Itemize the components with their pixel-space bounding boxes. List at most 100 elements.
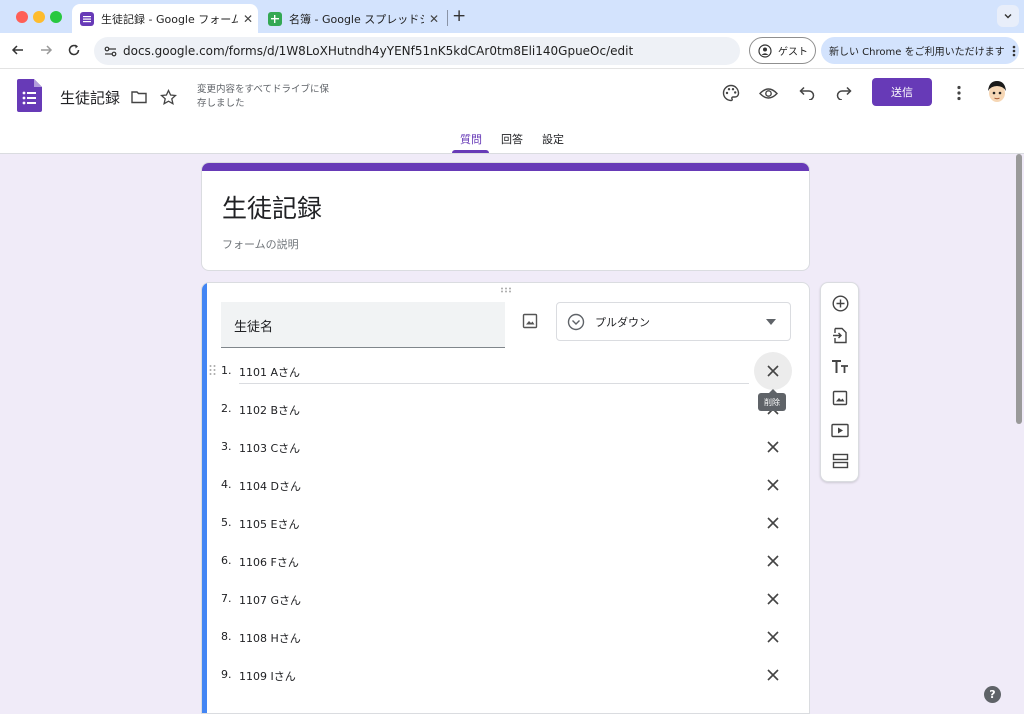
window-zoom-button[interactable]: [50, 11, 62, 23]
drag-handle-icon[interactable]: [209, 364, 216, 376]
close-icon: [767, 517, 779, 529]
eye-icon[interactable]: [757, 82, 779, 104]
add-image-icon: [832, 390, 848, 406]
add-section-button[interactable]: [830, 451, 850, 471]
option-number: 7.: [221, 592, 232, 605]
window-close-button[interactable]: [16, 11, 28, 23]
question-card[interactable]: 生徒名 プルダウン 1. 1101 Aさん 2. 1102 Bさん 3. 1103 Cさん…: [201, 282, 810, 714]
browser-tab-sheets[interactable]: 名簿 - Google スプレッドシート ✕: [262, 4, 444, 33]
delete-option-button[interactable]: [754, 466, 792, 504]
add-question-button[interactable]: [830, 293, 850, 313]
option-text-input[interactable]: 1109 Iさん: [239, 668, 296, 684]
save-status: 変更内容をすべてドライブに保存しました: [197, 84, 329, 109]
forward-button[interactable]: [36, 40, 56, 60]
forms-favicon-icon: [80, 11, 94, 26]
url-text: docs.google.com/forms/d/1W8LoXHutndh4yYE…: [123, 44, 634, 58]
list-item[interactable]: 8. 1108 Hさん: [202, 618, 809, 656]
list-item[interactable]: 2. 1102 Bさん: [202, 390, 809, 428]
reload-button[interactable]: [64, 40, 84, 60]
option-text-input[interactable]: 1105 Eさん: [239, 516, 299, 532]
guest-profile-button[interactable]: ゲスト: [749, 37, 816, 64]
form-title[interactable]: 生徒記録: [222, 189, 322, 225]
new-tab-button[interactable]: +: [452, 6, 466, 26]
option-text-input[interactable]: 1108 Hさん: [239, 630, 301, 646]
chrome-update-button[interactable]: 新しい Chrome をご利用いただけます: [821, 37, 1019, 64]
option-text-input[interactable]: 1107 Gさん: [239, 592, 301, 608]
title-icon: [832, 360, 848, 373]
list-item[interactable]: 1. 1101 Aさん: [202, 352, 809, 390]
browser-tab-strip: 生徒記録 - Google フォーム ✕ 名簿 - Google スプレッドシー…: [0, 0, 1024, 33]
option-text-input[interactable]: 1106 Fさん: [239, 554, 299, 570]
close-icon: [767, 555, 779, 567]
question-title-input[interactable]: 生徒名: [221, 302, 505, 348]
undo-icon[interactable]: [796, 82, 818, 104]
drag-handle-icon[interactable]: [500, 287, 512, 293]
list-item[interactable]: 3. 1103 Cさん: [202, 428, 809, 466]
delete-option-button[interactable]: [754, 618, 792, 656]
option-underline: [239, 383, 749, 384]
tab-search-button[interactable]: [997, 5, 1019, 27]
option-text-input[interactable]: 1103 Cさん: [239, 440, 300, 456]
list-item[interactable]: 7. 1107 Gさん: [202, 580, 809, 618]
floating-toolbar: [820, 282, 859, 482]
redo-icon[interactable]: [833, 82, 855, 104]
delete-option-button[interactable]: [754, 580, 792, 618]
window-minimize-button[interactable]: [33, 11, 45, 23]
delete-option-button[interactable]: [754, 428, 792, 466]
import-questions-button[interactable]: [830, 325, 850, 345]
tab-close-icon[interactable]: ✕: [424, 12, 444, 26]
option-text-input[interactable]: 1101 Aさん: [239, 364, 300, 380]
star-icon[interactable]: [158, 87, 178, 107]
option-text-input[interactable]: 1102 Bさん: [239, 402, 300, 418]
folder-icon[interactable]: [130, 88, 148, 106]
option-text-input[interactable]: 1104 Dさん: [239, 478, 301, 494]
page-scrollbar[interactable]: [1016, 154, 1022, 424]
help-button[interactable]: ?: [984, 686, 1001, 703]
site-settings-icon[interactable]: [104, 45, 117, 58]
close-icon: [767, 631, 779, 643]
sheets-favicon-icon: [268, 11, 282, 26]
back-button[interactable]: [8, 40, 28, 60]
question-type-select[interactable]: プルダウン: [556, 302, 791, 341]
list-item[interactable]: 6. 1106 Fさん: [202, 542, 809, 580]
caret-down-icon: [766, 318, 776, 325]
reload-icon: [68, 44, 80, 56]
address-toolbar: docs.google.com/forms/d/1W8LoXHutndh4yYE…: [0, 33, 1024, 69]
option-number: 6.: [221, 554, 232, 567]
accent-bar: [202, 163, 809, 171]
tab-settings[interactable]: 設定: [542, 131, 564, 147]
form-description[interactable]: フォームの説明: [222, 236, 299, 252]
omnibox[interactable]: docs.google.com/forms/d/1W8LoXHutndh4yYE…: [94, 37, 740, 65]
list-item[interactable]: 4. 1104 Dさん: [202, 466, 809, 504]
doc-title[interactable]: 生徒記録: [60, 87, 120, 108]
active-tab-indicator: [452, 150, 489, 153]
add-image-button[interactable]: [830, 388, 850, 408]
list-item[interactable]: 9. 1109 Iさん: [202, 656, 809, 694]
delete-option-button[interactable]: [754, 542, 792, 580]
more-vert-icon[interactable]: [950, 82, 968, 104]
send-button[interactable]: 送信: [872, 78, 932, 106]
tab-close-icon[interactable]: ✕: [238, 12, 258, 26]
tab-questions[interactable]: 質問: [460, 131, 482, 147]
forms-header: 生徒記録 変更内容をすべてドライブに保存しました 送信 質問 回答 設定: [0, 69, 1024, 154]
arrow-left-icon: [11, 45, 23, 55]
palette-icon[interactable]: [720, 82, 742, 104]
close-icon: [767, 669, 779, 681]
add-video-button[interactable]: [830, 420, 850, 440]
delete-option-button[interactable]: [754, 352, 792, 390]
delete-option-button[interactable]: [754, 656, 792, 694]
add-circle-icon: [831, 294, 849, 312]
question-type-label: プルダウン: [595, 315, 650, 329]
avatar[interactable]: [984, 79, 1010, 105]
list-item[interactable]: 5. 1105 Eさん: [202, 504, 809, 542]
option-number: 3.: [221, 440, 232, 453]
delete-option-button[interactable]: [754, 504, 792, 542]
add-title-button[interactable]: [830, 357, 850, 377]
form-title-card[interactable]: 生徒記録 フォームの説明: [201, 162, 810, 271]
browser-tab-forms[interactable]: 生徒記録 - Google フォーム ✕: [72, 4, 258, 33]
image-icon[interactable]: [522, 313, 538, 329]
option-number: 2.: [221, 402, 232, 415]
video-icon: [831, 423, 849, 437]
tab-responses[interactable]: 回答: [501, 131, 523, 147]
forms-logo-icon[interactable]: [17, 79, 42, 112]
